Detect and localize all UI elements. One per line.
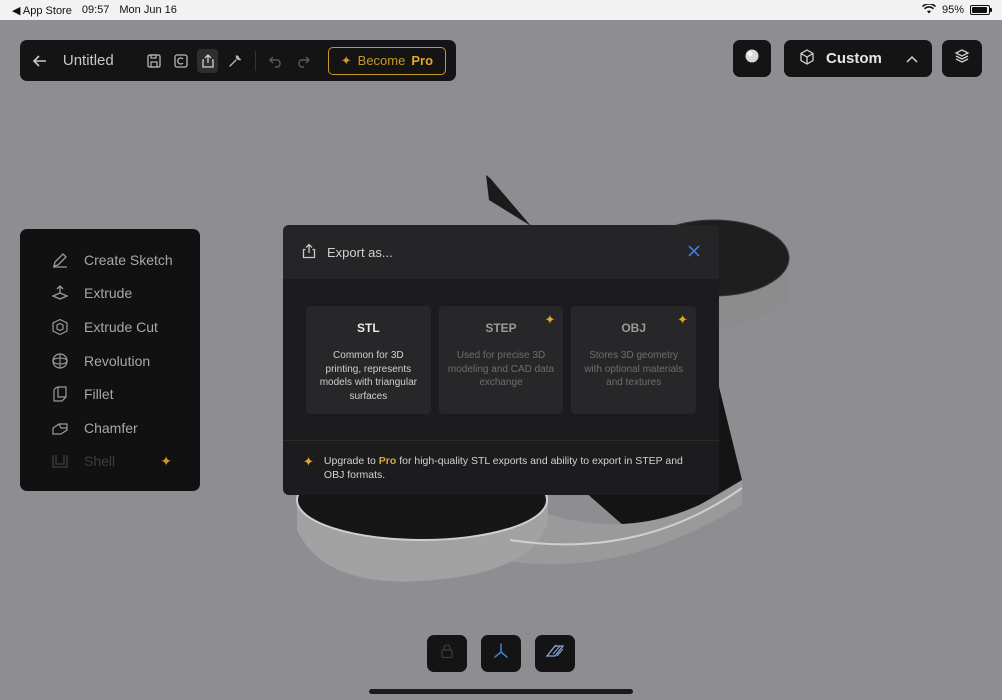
axis-button[interactable] (481, 635, 521, 672)
wifi-icon (921, 2, 937, 17)
format-description: Used for precise 3D modeling and CAD dat… (447, 350, 555, 388)
main-toolbar: Untitled ✦ Become Pro (20, 40, 456, 81)
become-label: Become (357, 53, 406, 68)
cube-icon (798, 48, 816, 70)
redo-icon[interactable] (293, 49, 314, 73)
back-arrow-icon[interactable] (30, 49, 51, 73)
status-time: 09:57 (81, 4, 110, 16)
extrude-icon (50, 283, 70, 303)
document-title[interactable]: Untitled (63, 52, 114, 69)
tool-label: Create Sketch (84, 251, 173, 268)
tool-label: Chamfer (84, 419, 138, 436)
pro-sparkle-icon: ✦ (160, 452, 172, 469)
format-description: Common for 3D printing, represents model… (319, 350, 417, 402)
tool-revolution[interactable]: Revolution (20, 344, 200, 378)
sphere-icon (744, 48, 760, 69)
lock-icon (439, 643, 455, 664)
axis-icon (492, 642, 510, 665)
tool-extrude-cut[interactable]: Extrude Cut (20, 310, 200, 344)
tool-label: Extrude (84, 285, 133, 302)
tool-shell[interactable]: Shell ✦ (20, 445, 200, 479)
battery-fill (972, 7, 988, 13)
close-icon[interactable] (687, 242, 701, 263)
section-view-button[interactable] (535, 635, 575, 672)
extrude-cut-icon (50, 317, 70, 337)
tool-chamfer[interactable]: Chamfer (20, 411, 200, 445)
upgrade-pro-link[interactable]: Pro (379, 455, 397, 467)
fillet-icon (50, 384, 70, 404)
wrench-icon[interactable] (224, 49, 245, 73)
become-pro-button[interactable]: ✦ Become Pro (327, 46, 447, 75)
material-preview-button[interactable] (733, 40, 771, 77)
back-app-label: App Store (22, 4, 72, 17)
shell-icon (50, 451, 70, 471)
tool-create-sketch[interactable]: Create Sketch (20, 243, 200, 277)
pro-sparkle-icon: ✦ (677, 312, 689, 327)
format-options: STL Common for 3D printing, represents m… (283, 279, 719, 414)
home-indicator[interactable] (369, 689, 633, 694)
layers-button[interactable] (942, 40, 982, 77)
pro-label: Pro (411, 53, 434, 68)
chamfer-icon (50, 418, 70, 438)
format-description: Stores 3D geometry with optional materia… (584, 350, 684, 388)
status-date: Mon Jun 16 (119, 4, 177, 16)
lock-button[interactable] (427, 635, 467, 672)
back-to-app-link[interactable]: ◀ App Store (12, 4, 72, 17)
view-mode-dropdown[interactable]: Custom (784, 40, 932, 77)
export-dialog-title: Export as... (327, 244, 393, 260)
format-name: STEP (485, 321, 517, 335)
pencil-icon (50, 250, 70, 270)
undo-icon[interactable] (266, 49, 287, 73)
toolbar-divider (255, 50, 257, 71)
tool-extrude[interactable]: Extrude (20, 277, 200, 311)
upgrade-notice[interactable]: ✦ Upgrade to Pro for high-quality STL ex… (283, 440, 719, 495)
sparkle-icon: ✦ (303, 454, 314, 469)
tool-fillet[interactable]: Fillet (20, 377, 200, 411)
battery-icon (970, 5, 992, 15)
format-card-stl[interactable]: STL Common for 3D printing, represents m… (306, 306, 431, 414)
battery-percent: 95% (941, 4, 964, 16)
export-dialog: Export as... STL Common for 3D printing,… (283, 225, 719, 495)
tool-label: Revolution (84, 352, 151, 369)
view-mode-label: Custom (826, 50, 882, 67)
section-plane-icon (545, 642, 565, 665)
export-icon (301, 243, 317, 262)
format-name: STL (357, 321, 380, 335)
sparkle-icon: ✦ (340, 52, 352, 68)
tool-label: Shell (84, 453, 116, 470)
tools-panel: Create Sketch Extrude Extrude Cut Revolu… (20, 229, 200, 491)
layers-icon (954, 48, 970, 69)
chevron-up-icon (906, 50, 918, 67)
export-icon[interactable] (197, 48, 219, 73)
tool-label: Fillet (84, 386, 114, 403)
save-as-icon[interactable] (171, 49, 192, 73)
format-name: OBJ (621, 321, 647, 335)
save-icon[interactable] (144, 49, 165, 73)
upgrade-text: Upgrade to Pro for high-quality STL expo… (324, 455, 701, 482)
export-dialog-header: Export as... (283, 225, 719, 279)
upgrade-text-pre: Upgrade to (323, 455, 379, 467)
format-card-obj[interactable]: ✦ OBJ Stores 3D geometry with optional m… (571, 306, 697, 414)
model-fin (486, 175, 531, 226)
format-card-step[interactable]: ✦ STEP Used for precise 3D modeling and … (438, 306, 564, 414)
pro-sparkle-icon: ✦ (544, 312, 556, 327)
tool-label: Extrude Cut (84, 318, 158, 335)
status-bar: ◀ App Store 09:57 Mon Jun 16 95% (0, 0, 1002, 20)
revolution-icon (50, 351, 70, 371)
